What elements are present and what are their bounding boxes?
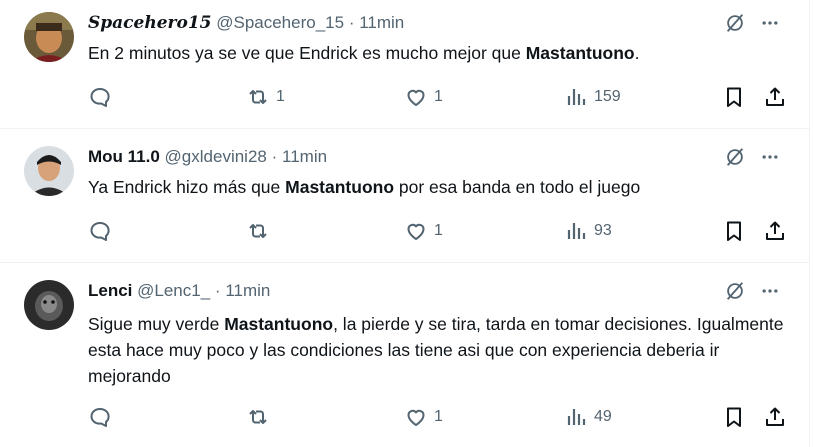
like-count: 1 bbox=[434, 222, 443, 239]
share-icon bbox=[763, 85, 787, 109]
like-button[interactable]: 1 bbox=[404, 85, 443, 109]
views-icon bbox=[564, 85, 588, 109]
view-count: 159 bbox=[594, 88, 621, 105]
separator-dot: · bbox=[214, 281, 221, 300]
like-icon bbox=[404, 405, 428, 429]
highlight-keyword: Mastantuono bbox=[224, 314, 334, 334]
retweet-icon bbox=[246, 85, 270, 109]
views-icon bbox=[564, 219, 588, 243]
retweet-icon bbox=[246, 405, 270, 429]
views-button[interactable]: 159 bbox=[564, 85, 621, 109]
share-icon bbox=[763, 405, 787, 429]
more-icon[interactable] bbox=[760, 13, 780, 38]
timestamp[interactable]: 11min bbox=[282, 147, 327, 166]
more-icon[interactable] bbox=[760, 281, 780, 306]
reply-icon bbox=[88, 219, 112, 243]
tweet-1[interactable]: Spacehero15 @Spacehero_15 · 11min En 2 m… bbox=[0, 0, 810, 128]
retweet-button[interactable] bbox=[246, 405, 276, 429]
views-button[interactable]: 49 bbox=[564, 405, 612, 429]
grok-slash-icon[interactable] bbox=[724, 146, 746, 173]
tweet-text: Sigue muy verde Mastantuono, la pierde y… bbox=[88, 311, 788, 389]
grok-slash-icon[interactable] bbox=[724, 12, 746, 39]
text-part: . bbox=[634, 43, 640, 63]
reply-icon bbox=[88, 85, 112, 109]
share-button[interactable] bbox=[763, 219, 787, 243]
bookmark-button[interactable] bbox=[722, 85, 746, 109]
timestamp[interactable]: 11min bbox=[225, 281, 270, 300]
bookmark-button[interactable] bbox=[722, 405, 746, 429]
author-name[interactable]: Lenci bbox=[88, 281, 132, 300]
author-handle[interactable]: @Lenc1_ bbox=[137, 281, 210, 300]
author-name[interactable]: Spacehero15 bbox=[88, 13, 211, 33]
grok-slash-icon[interactable] bbox=[724, 280, 746, 307]
view-count: 93 bbox=[594, 222, 612, 239]
highlight-keyword: Mastantuono bbox=[285, 177, 395, 197]
views-button[interactable]: 93 bbox=[564, 219, 612, 243]
avatar[interactable] bbox=[24, 12, 74, 62]
like-button[interactable]: 1 bbox=[404, 219, 443, 243]
timestamp[interactable]: 11min bbox=[359, 13, 404, 32]
like-icon bbox=[404, 219, 428, 243]
retweet-button[interactable] bbox=[246, 219, 276, 243]
text-part: por esa banda en todo el juego bbox=[394, 177, 641, 197]
share-button[interactable] bbox=[763, 85, 787, 109]
tweet-2[interactable]: Mou 11.0 @gxldevini28 · 11min Ya Endrick… bbox=[0, 129, 810, 262]
highlight-keyword: Mastantuono bbox=[525, 43, 635, 63]
retweet-button[interactable]: 1 bbox=[246, 85, 285, 109]
bookmark-icon bbox=[722, 85, 746, 109]
like-count: 1 bbox=[434, 408, 443, 425]
share-button[interactable] bbox=[763, 405, 787, 429]
tweet-3[interactable]: Lenci @Lenc1_ · 11min Sigue muy verde Ma… bbox=[0, 263, 810, 447]
tweet-text: Ya Endrick hizo más que Mastantuono por … bbox=[88, 174, 788, 200]
tweet-text: En 2 minutos ya se ve que Endrick es muc… bbox=[88, 40, 788, 66]
author-handle[interactable]: @Spacehero_15 bbox=[216, 13, 344, 32]
separator-dot: · bbox=[271, 147, 278, 166]
author-name[interactable]: Mou 11.0 bbox=[88, 147, 160, 166]
author-handle[interactable]: @gxldevini28 bbox=[165, 147, 267, 166]
share-icon bbox=[763, 219, 787, 243]
bookmark-icon bbox=[722, 219, 746, 243]
text-part: En 2 minutos ya se ve que Endrick es muc… bbox=[88, 43, 526, 63]
view-count: 49 bbox=[594, 408, 612, 425]
reply-button[interactable] bbox=[88, 219, 118, 243]
separator-dot: · bbox=[348, 13, 355, 32]
retweet-count: 1 bbox=[276, 88, 285, 105]
text-part: Ya Endrick hizo más que bbox=[88, 177, 286, 197]
retweet-icon bbox=[246, 219, 270, 243]
bookmark-icon bbox=[722, 405, 746, 429]
reply-button[interactable] bbox=[88, 405, 118, 429]
reply-icon bbox=[88, 405, 112, 429]
avatar[interactable] bbox=[24, 280, 74, 330]
avatar[interactable] bbox=[24, 146, 74, 196]
more-icon[interactable] bbox=[760, 147, 780, 172]
bookmark-button[interactable] bbox=[722, 219, 746, 243]
text-part: Sigue muy verde bbox=[88, 314, 225, 334]
like-count: 1 bbox=[434, 88, 443, 105]
reply-button[interactable] bbox=[88, 85, 118, 109]
views-icon bbox=[564, 405, 588, 429]
like-icon bbox=[404, 85, 428, 109]
like-button[interactable]: 1 bbox=[404, 405, 443, 429]
